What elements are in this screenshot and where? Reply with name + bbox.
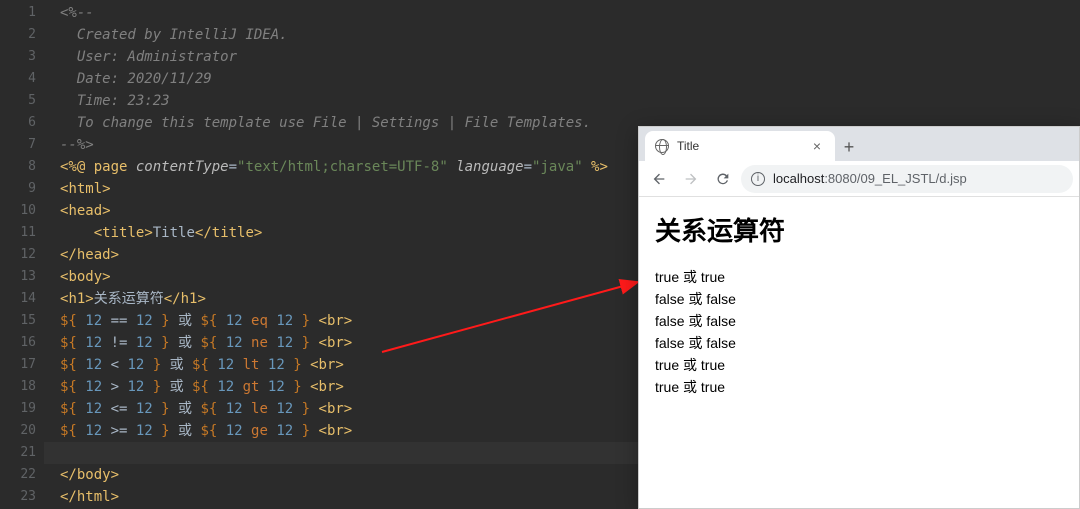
line-number: 18: [0, 376, 36, 398]
result-row: true 或 true: [655, 376, 1063, 398]
arrow-right-icon: [683, 171, 699, 187]
line-number: 23: [0, 486, 36, 508]
address-bar[interactable]: i localhost:8080/09_EL_JSTL/d.jsp: [741, 165, 1073, 193]
line-number: 9: [0, 178, 36, 200]
line-number: 6: [0, 112, 36, 134]
close-tab-icon[interactable]: ×: [809, 138, 825, 154]
line-number: 14: [0, 288, 36, 310]
url-host: localhost: [773, 171, 824, 186]
line-number: 2: [0, 24, 36, 46]
arrow-left-icon: [651, 171, 667, 187]
globe-icon: [655, 139, 669, 153]
forward-button[interactable]: [677, 165, 705, 193]
new-tab-button[interactable]: +: [835, 133, 863, 161]
code-line: Created by IntelliJ IDEA.: [44, 24, 1080, 46]
wechat-icon: [965, 472, 983, 490]
line-number: 4: [0, 68, 36, 90]
back-button[interactable]: [645, 165, 673, 193]
line-number: 10: [0, 200, 36, 222]
line-number: 21: [0, 442, 36, 464]
page-heading: 关系运算符: [655, 211, 1063, 248]
browser-tab-bar: Title × +: [639, 127, 1079, 161]
line-number: 8: [0, 156, 36, 178]
code-line: User: Administrator: [44, 46, 1080, 68]
site-info-icon[interactable]: i: [751, 172, 765, 186]
result-row: true 或 true: [655, 266, 1063, 288]
line-number: 20: [0, 420, 36, 442]
browser-content: 关系运算符 true 或 truefalse 或 falsefalse 或 fa…: [639, 197, 1079, 412]
watermark: 海洋的渔夫: [965, 470, 1064, 491]
line-number: 17: [0, 354, 36, 376]
url-path: /09_EL_JSTL/d.jsp: [857, 171, 967, 186]
result-row: false 或 false: [655, 288, 1063, 310]
browser-tab[interactable]: Title ×: [645, 131, 835, 161]
line-number: 5: [0, 90, 36, 112]
line-number: 3: [0, 46, 36, 68]
reload-icon: [715, 171, 731, 187]
result-row: false 或 false: [655, 332, 1063, 354]
code-line: Time: 23:23: [44, 90, 1080, 112]
line-number: 11: [0, 222, 36, 244]
line-number: 12: [0, 244, 36, 266]
line-number: 19: [0, 398, 36, 420]
line-number: 1: [0, 2, 36, 24]
result-row: true 或 true: [655, 354, 1063, 376]
line-number: 22: [0, 464, 36, 486]
watermark-text: 海洋的渔夫: [989, 470, 1064, 491]
browser-toolbar: i localhost:8080/09_EL_JSTL/d.jsp: [639, 161, 1079, 197]
tab-title: Title: [677, 139, 809, 153]
reload-button[interactable]: [709, 165, 737, 193]
line-number: 15: [0, 310, 36, 332]
code-line: Date: 2020/11/29: [44, 68, 1080, 90]
browser-window: Title × + i localhost:8080/09_EL_JSTL/d.…: [638, 126, 1080, 509]
line-number: 16: [0, 332, 36, 354]
line-number: 13: [0, 266, 36, 288]
result-row: false 或 false: [655, 310, 1063, 332]
line-number: 7: [0, 134, 36, 156]
code-line: <%--: [44, 2, 1080, 24]
url-port: :8080: [824, 171, 857, 186]
line-number-gutter: 1234567891011121314151617181920212223: [0, 0, 44, 509]
